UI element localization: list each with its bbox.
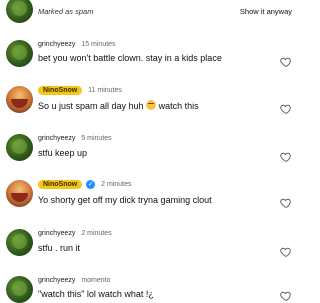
heart-outline-icon[interactable] (280, 151, 292, 163)
comment-meta: grinchyeezy 15 minutes (38, 41, 116, 48)
comment-username[interactable]: grinchyeezy (38, 135, 75, 142)
creator-badge-username[interactable]: NinoSnow (38, 180, 83, 190)
comment-time: 11 minutes (88, 87, 122, 94)
creator-badge-username[interactable]: NinoSnow (38, 86, 83, 95)
comment-text: bet you won't battle clown. stay in a ki… (38, 53, 222, 63)
comment-time: 15 minutes (81, 41, 116, 48)
heart-outline-icon[interactable] (280, 246, 292, 258)
comment-text-part: watch this (158, 101, 199, 111)
comment-meta: grinchyeezy 2 minutes (38, 230, 112, 237)
spam-comment-row: Marked as spam Show it anyway (0, 0, 300, 23)
heart-outline-icon[interactable] (280, 103, 292, 115)
comment-time: 5 minutes (81, 135, 112, 142)
user-avatar[interactable] (6, 134, 33, 161)
comment-row: NinoSnow ✓ 2 minutes Yo shorty get off m… (0, 178, 300, 212)
heart-outline-icon[interactable] (280, 290, 292, 302)
comment-row: grinchyeezy momento "watch this" lol wat… (0, 274, 300, 303)
comment-row: NinoSnow 11 minutes So u just spam all d… (0, 84, 300, 118)
comment-username[interactable]: grinchyeezy (38, 230, 75, 237)
comment-meta: grinchyeezy 5 minutes (38, 135, 112, 142)
comment-username[interactable]: grinchyeezy (38, 277, 75, 284)
user-avatar[interactable] (6, 40, 33, 67)
comment-meta: NinoSnow 11 minutes (38, 86, 122, 95)
comment-meta: NinoSnow ✓ 2 minutes (38, 180, 132, 190)
comment-text: Yo shorty get off my dick tryna gaming c… (38, 195, 212, 205)
show-anyway-button[interactable]: Show it anyway (240, 7, 292, 16)
comment-time: 2 minutes (101, 181, 132, 189)
comment-text: "watch this" lol watch what !¿ (38, 289, 154, 299)
heart-outline-icon[interactable] (280, 56, 292, 68)
heart-outline-icon[interactable] (280, 197, 292, 209)
comment-row: grinchyeezy 5 minutes stfu keep up (0, 132, 300, 166)
comment-text: stfu keep up (38, 148, 88, 158)
spam-comment-avatar[interactable] (6, 0, 33, 23)
smirk-emoji-icon (146, 100, 157, 110)
user-avatar[interactable] (6, 229, 33, 256)
comment-text: So u just spam all day huh watch this (38, 100, 199, 111)
comment-time: momento (81, 277, 111, 284)
user-avatar[interactable] (6, 180, 33, 207)
comment-row: grinchyeezy 2 minutes stfu . run it (0, 227, 300, 261)
user-avatar[interactable] (6, 276, 33, 303)
comment-text-part: So u just spam all day huh (38, 101, 144, 111)
spam-label: Marked as spam (38, 7, 94, 16)
comment-row: grinchyeezy 15 minutes bet you won't bat… (0, 38, 300, 72)
comment-time: 2 minutes (81, 230, 112, 237)
user-avatar[interactable] (6, 86, 33, 113)
comment-meta: grinchyeezy momento (38, 277, 111, 284)
comment-username[interactable]: grinchyeezy (38, 41, 75, 48)
comment-text: stfu . run it (38, 243, 81, 253)
verified-check-icon: ✓ (86, 180, 96, 189)
